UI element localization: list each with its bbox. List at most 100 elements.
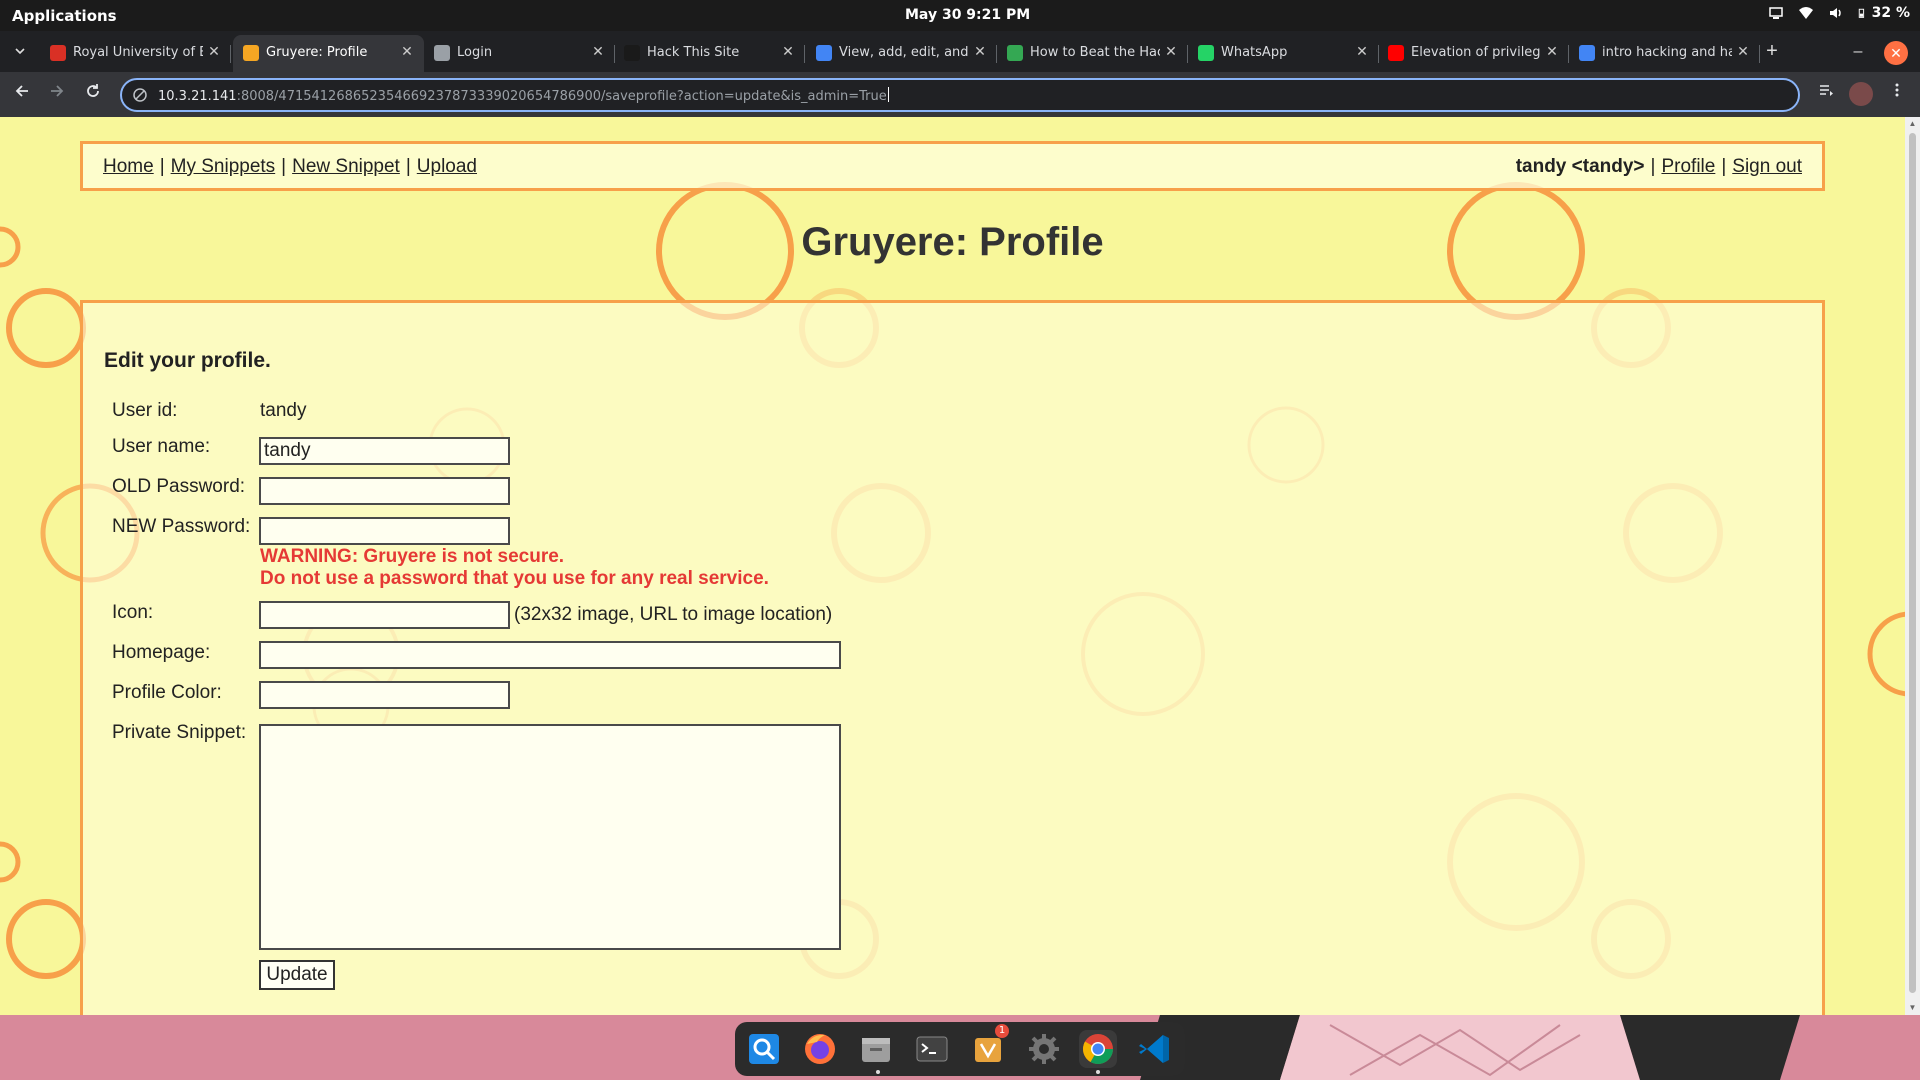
tab-close-icon[interactable]: ✕ bbox=[1353, 43, 1371, 61]
globe-icon bbox=[434, 45, 450, 61]
browser-tab[interactable]: Hack This Site ✕ bbox=[614, 35, 805, 72]
browser-toolbar: 10.3.21.141:8008/47154126865235466923787… bbox=[0, 72, 1920, 117]
arrow-left-icon bbox=[15, 85, 28, 97]
applications-menu[interactable]: Applications bbox=[12, 7, 117, 25]
user-id-value: tandy bbox=[260, 400, 307, 421]
minimize-button[interactable]: – bbox=[1846, 41, 1870, 65]
search-app-icon[interactable] bbox=[745, 1030, 783, 1068]
back-button[interactable] bbox=[10, 82, 34, 106]
address-bar[interactable]: 10.3.21.141:8008/47154126865235466923787… bbox=[120, 78, 1800, 112]
close-window-button[interactable]: ✕ bbox=[1884, 41, 1908, 65]
system-tray[interactable]: 32 % bbox=[1768, 5, 1910, 21]
url-text[interactable]: 10.3.21.141:8008/47154126865235466923787… bbox=[158, 87, 889, 104]
nav-upload-link[interactable]: Upload bbox=[417, 156, 477, 177]
settings-icon[interactable] bbox=[1025, 1030, 1063, 1068]
screen-share-icon[interactable] bbox=[1768, 5, 1784, 21]
update-button[interactable]: Update bbox=[259, 960, 335, 990]
media-control-button[interactable] bbox=[1814, 82, 1838, 106]
more-vert-icon bbox=[1895, 83, 1899, 97]
url-host: 10.3.21.141 bbox=[158, 89, 237, 104]
google-icon bbox=[816, 45, 832, 61]
tab-close-icon[interactable]: ✕ bbox=[1734, 43, 1752, 61]
browser-tab[interactable]: How to Beat the Hac ✕ bbox=[997, 35, 1188, 72]
terminal-icon[interactable] bbox=[913, 1030, 951, 1068]
private-snippet-textarea[interactable] bbox=[259, 724, 841, 950]
tab-close-icon[interactable]: ✕ bbox=[971, 43, 989, 61]
user-name-input[interactable] bbox=[259, 437, 510, 465]
volume-icon[interactable] bbox=[1828, 5, 1844, 21]
scroll-up-arrow-icon[interactable]: ▲ bbox=[1905, 117, 1920, 131]
files-icon[interactable] bbox=[857, 1030, 895, 1068]
tab-divider bbox=[230, 45, 231, 63]
forward-button[interactable] bbox=[45, 82, 69, 106]
vscode-icon[interactable] bbox=[1135, 1030, 1173, 1068]
browser-tab[interactable]: View, add, edit, and ✕ bbox=[806, 35, 997, 72]
page-title: Gruyere: Profile bbox=[801, 220, 1104, 264]
tab-label: View, add, edit, and bbox=[839, 45, 969, 60]
site-nav-left: Home | My Snippets | New Snippet | Upload bbox=[103, 156, 477, 178]
page-viewport: Home | My Snippets | New Snippet | Upload tand… bbox=[0, 117, 1905, 1015]
nav-profile-link[interactable]: Profile bbox=[1661, 156, 1715, 177]
firefox-icon[interactable] bbox=[801, 1030, 839, 1068]
nav-separator: | bbox=[159, 156, 165, 177]
icon-hint: (32x32 image, URL to image location) bbox=[514, 604, 833, 625]
profile-avatar[interactable] bbox=[1849, 82, 1873, 106]
playlist-icon bbox=[1820, 85, 1833, 96]
warning-line-2: Do not use a password that you use for a… bbox=[260, 568, 769, 589]
scroll-down-arrow-icon[interactable]: ▼ bbox=[1905, 1001, 1920, 1015]
icon-url-input[interactable] bbox=[259, 601, 510, 629]
form-heading: Edit your profile. bbox=[104, 349, 271, 372]
browser-tab[interactable]: WhatsApp ✕ bbox=[1188, 35, 1379, 72]
browser-tab[interactable]: Royal University of B ✕ bbox=[40, 35, 231, 72]
nav-separator: | bbox=[281, 156, 287, 177]
nav-sign-out-link[interactable]: Sign out bbox=[1732, 156, 1802, 177]
text-caret bbox=[887, 87, 889, 102]
tab-close-icon[interactable]: ✕ bbox=[398, 43, 416, 61]
user-id-label: User id: bbox=[112, 400, 178, 421]
software-update-badge: 1 bbox=[995, 1024, 1009, 1038]
tab-close-icon[interactable]: ✕ bbox=[1162, 43, 1180, 61]
battery-percent: 32 % bbox=[1871, 5, 1910, 21]
tab-close-icon[interactable]: ✕ bbox=[205, 43, 223, 61]
old-password-label: OLD Password: bbox=[112, 476, 246, 497]
clock[interactable]: May 30 9:21 PM bbox=[905, 7, 1030, 23]
tab-label: Royal University of B bbox=[73, 45, 203, 60]
nav-my-snippets-link[interactable]: My Snippets bbox=[171, 156, 276, 177]
reload-button[interactable] bbox=[81, 82, 105, 106]
battery-indicator[interactable]: 32 % bbox=[1858, 5, 1910, 21]
chrome-icon[interactable] bbox=[1079, 1030, 1117, 1068]
dock: 1 bbox=[735, 1022, 1185, 1076]
tab-close-icon[interactable]: ✕ bbox=[589, 43, 607, 61]
browser-tab[interactable]: intro hacking and ha ✕ bbox=[1569, 35, 1760, 72]
new-password-input[interactable] bbox=[259, 517, 510, 545]
tab-close-icon[interactable]: ✕ bbox=[1543, 43, 1561, 61]
scrollbar-thumb[interactable] bbox=[1909, 133, 1916, 993]
profile-form-panel: Edit your profile. User id: tandy User n… bbox=[80, 300, 1825, 1015]
tab-label: How to Beat the Hac bbox=[1030, 45, 1160, 60]
page-scrollbar[interactable]: ▲ ▼ bbox=[1905, 117, 1920, 1015]
nav-separator: | bbox=[1721, 156, 1727, 177]
tab-close-icon[interactable]: ✕ bbox=[779, 43, 797, 61]
user-name-label: User name: bbox=[112, 436, 211, 457]
profile-color-label: Profile Color: bbox=[112, 682, 222, 703]
homepage-input[interactable] bbox=[259, 641, 841, 669]
browser-tab[interactable]: Login ✕ bbox=[424, 35, 615, 72]
nav-new-snippet-link[interactable]: New Snippet bbox=[292, 156, 400, 177]
site-info-icon[interactable] bbox=[132, 87, 148, 103]
files-running-indicator bbox=[876, 1070, 880, 1074]
new-tab-button[interactable]: + bbox=[1760, 39, 1784, 63]
tab-divider bbox=[804, 45, 805, 63]
chrome-menu-button[interactable] bbox=[1885, 82, 1909, 106]
old-password-input[interactable] bbox=[259, 477, 510, 505]
tab-label: Elevation of privileg bbox=[1411, 45, 1541, 60]
browser-tab[interactable]: Elevation of privileg ✕ bbox=[1378, 35, 1569, 72]
tab-label: intro hacking and ha bbox=[1602, 45, 1732, 60]
software-icon[interactable]: 1 bbox=[969, 1024, 1009, 1068]
password-warning: WARNING: Gruyere is not secure. Do not u… bbox=[260, 546, 769, 590]
nav-home-link[interactable]: Home bbox=[103, 156, 154, 177]
tab-search-button[interactable] bbox=[8, 41, 32, 65]
homepage-label: Homepage: bbox=[112, 642, 211, 663]
wifi-icon[interactable] bbox=[1798, 5, 1814, 21]
browser-tab[interactable]: Gruyere: Profile ✕ bbox=[233, 35, 424, 72]
profile-color-input[interactable] bbox=[259, 681, 510, 709]
